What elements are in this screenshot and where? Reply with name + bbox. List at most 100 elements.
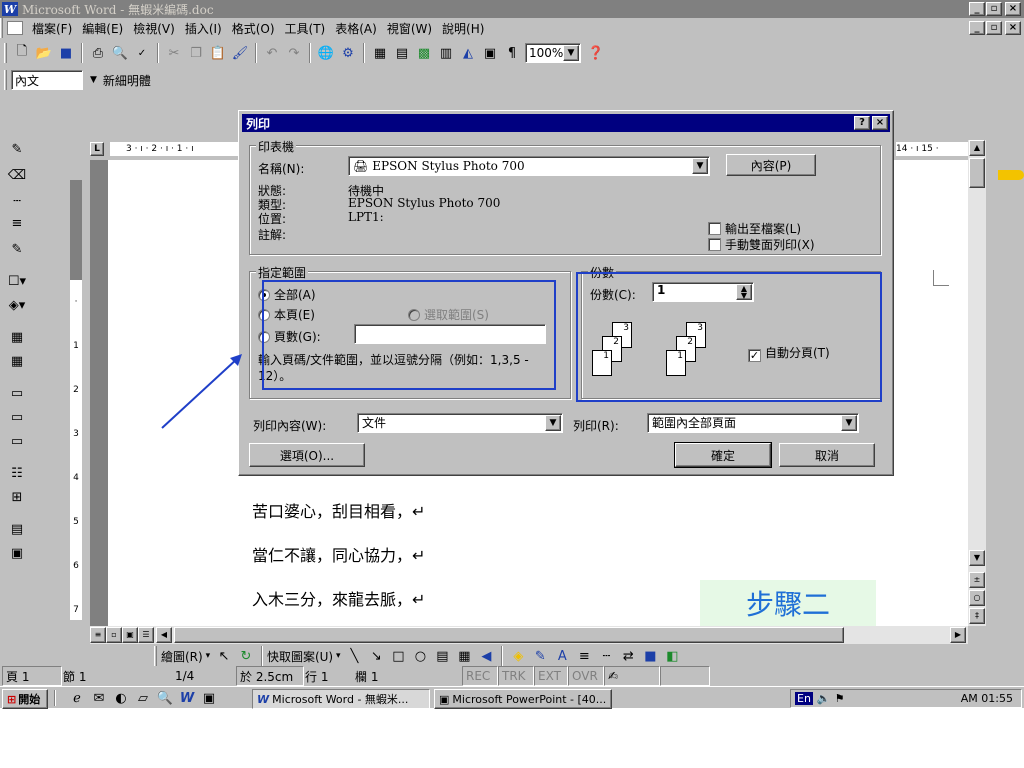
shadow-icon[interactable]: ■ bbox=[639, 645, 661, 667]
autoshapes-menu[interactable]: 快取圖案(U) bbox=[267, 648, 333, 665]
normal-view-icon[interactable]: ≡ bbox=[90, 627, 106, 643]
doc-line-3[interactable]: 入木三分，來龍去脈，↵ bbox=[252, 586, 425, 610]
hyperlink-icon[interactable]: 🌐 bbox=[315, 42, 337, 64]
font-color-icon[interactable]: A bbox=[551, 645, 573, 667]
select-objects-icon[interactable]: ↖ bbox=[213, 645, 235, 667]
menu-view[interactable]: 檢視(V) bbox=[128, 20, 180, 37]
print-icon[interactable]: ⎙ bbox=[87, 42, 109, 64]
chevron-down-icon[interactable]: ▼ bbox=[841, 415, 857, 431]
free-rotate-icon[interactable]: ↻ bbox=[235, 645, 257, 667]
drawing-icon[interactable]: ◭ bbox=[457, 42, 479, 64]
new-icon[interactable]: 🗋 bbox=[11, 42, 33, 64]
menu-file[interactable]: 檔案(F) bbox=[27, 20, 77, 37]
cut-icon[interactable]: ✂ bbox=[163, 42, 185, 64]
dash-style-icon[interactable]: ┄ bbox=[595, 645, 617, 667]
show-hide-icon[interactable]: ¶ bbox=[501, 42, 523, 64]
doc-restore-button[interactable]: ▫ bbox=[986, 21, 1002, 35]
dialog-close-icon[interactable]: × bbox=[872, 116, 888, 130]
channels-icon[interactable]: ◐ bbox=[110, 687, 132, 709]
maximize-button[interactable]: ▫ bbox=[986, 2, 1002, 16]
doc-minimize-button[interactable]: _ bbox=[969, 21, 985, 35]
spelling-status-icon[interactable]: ✍ bbox=[604, 666, 660, 686]
clock[interactable]: AM 01:55 bbox=[961, 692, 1021, 705]
eraser-icon[interactable]: ⌫ bbox=[6, 164, 28, 186]
copy-icon[interactable]: ❐ bbox=[185, 42, 207, 64]
chevron-down-icon[interactable]: ▼ bbox=[545, 415, 561, 431]
arrow-icon[interactable]: ↘ bbox=[365, 645, 387, 667]
office-assistant-icon[interactable]: ❓ bbox=[585, 42, 607, 64]
split-cells-icon[interactable]: ▦ bbox=[6, 350, 28, 372]
format-painter-icon[interactable]: 🖌 bbox=[229, 42, 251, 64]
table-autoformat-icon[interactable]: ▤ bbox=[6, 518, 28, 540]
status-ext[interactable]: EXT bbox=[534, 666, 568, 686]
printer-name-select[interactable]: 🖨 EPSON Stylus Photo 700 ▼ bbox=[348, 156, 710, 176]
status-trk[interactable]: TRK bbox=[498, 666, 534, 686]
text-direction-icon[interactable]: ▣ bbox=[6, 542, 28, 564]
cancel-button[interactable]: 取消 bbox=[779, 443, 875, 467]
language-indicator[interactable]: En bbox=[795, 692, 813, 705]
document-icon[interactable] bbox=[7, 21, 23, 35]
web-toolbar-icon[interactable]: ⚙ bbox=[337, 42, 359, 64]
ie-icon[interactable]: ℯ bbox=[66, 687, 88, 709]
outlook-icon[interactable]: ✉ bbox=[88, 687, 110, 709]
network-icon[interactable]: ⚑ bbox=[835, 692, 845, 705]
select-browse-object-icon[interactable]: ○ bbox=[969, 590, 985, 606]
print-what-select[interactable]: 文件 ▼ bbox=[357, 413, 563, 433]
page-view-icon[interactable]: ▣ bbox=[122, 627, 138, 643]
line-icon[interactable]: ╲ bbox=[343, 645, 365, 667]
scroll-right-icon[interactable]: ▶ bbox=[950, 627, 966, 643]
shading-icon[interactable]: ◈▾ bbox=[6, 294, 28, 316]
document-map-icon[interactable]: ▣ bbox=[479, 42, 501, 64]
scroll-up-icon[interactable]: ▲ bbox=[969, 140, 985, 156]
vertical-scrollbar[interactable]: ▲ ▼ ± ○ ‡ bbox=[968, 140, 986, 626]
distribute-rows-icon[interactable]: ☷ bbox=[6, 462, 28, 484]
options-button[interactable]: 選項(O)... bbox=[249, 443, 365, 467]
task-word[interactable]: W Microsoft Word - 無蝦米... bbox=[252, 689, 430, 709]
menu-window[interactable]: 視窗(W) bbox=[382, 20, 437, 37]
columns-icon[interactable]: ▥ bbox=[435, 42, 457, 64]
manual-duplex-checkbox[interactable]: 手動雙面列印(X) bbox=[708, 236, 815, 253]
minimize-button[interactable]: _ bbox=[969, 2, 985, 16]
menu-edit[interactable]: 編輯(E) bbox=[77, 20, 128, 37]
print-preview-icon[interactable]: 🔍 bbox=[109, 42, 131, 64]
line-color-icon[interactable]: ✎ bbox=[529, 645, 551, 667]
explorer-icon[interactable]: 🔍 bbox=[154, 687, 176, 709]
title-bar[interactable]: W Microsoft Word - 無蝦米編碼.doc _ ▫ × bbox=[0, 0, 1024, 18]
zoom-combo[interactable]: 100% ▼ bbox=[525, 43, 581, 63]
print-to-file-checkbox[interactable]: 輸出至檔案(L) bbox=[708, 220, 801, 237]
font-combo[interactable]: ▼ 新細明體 bbox=[87, 70, 217, 90]
line-style-icon[interactable]: ┄ bbox=[6, 190, 28, 212]
scroll-thumb[interactable] bbox=[969, 158, 985, 188]
rectangle-icon[interactable]: □ bbox=[387, 645, 409, 667]
3d-icon[interactable]: ◧ bbox=[661, 645, 683, 667]
menu-insert[interactable]: 插入(I) bbox=[180, 20, 227, 37]
textbox-icon[interactable]: ▤ bbox=[431, 645, 453, 667]
vertical-ruler[interactable]: · 1 2 3 4 5 6 7 bbox=[64, 160, 88, 626]
help-icon[interactable]: ? bbox=[854, 116, 870, 130]
print-select[interactable]: 範圍內全部頁面 ▼ bbox=[647, 413, 859, 433]
ok-button[interactable]: 確定 bbox=[674, 442, 772, 468]
line-weight-icon[interactable]: ≡ bbox=[6, 212, 28, 234]
align-center-icon[interactable]: ▭ bbox=[6, 406, 28, 428]
prev-page-icon[interactable]: ± bbox=[969, 572, 985, 588]
doc-line-2[interactable]: 當仁不讓，同心協力，↵ bbox=[252, 542, 425, 566]
powerpoint-quicklaunch-icon[interactable]: ▣ bbox=[198, 687, 220, 709]
menu-tools[interactable]: 工具(T) bbox=[280, 20, 331, 37]
insert-table-icon[interactable]: ▤ bbox=[391, 42, 413, 64]
borders-icon[interactable]: ☐▾ bbox=[6, 270, 28, 292]
start-button[interactable]: ⊞ 開始 bbox=[2, 689, 48, 709]
align-bottom-icon[interactable]: ▭ bbox=[6, 430, 28, 452]
chevron-down-icon[interactable]: ▼ bbox=[563, 45, 579, 61]
redo-icon[interactable]: ↷ bbox=[283, 42, 305, 64]
menu-table[interactable]: 表格(A) bbox=[330, 20, 382, 37]
doc-line-1[interactable]: 苦口婆心，刮目相看，↵ bbox=[252, 498, 425, 522]
desktop-icon[interactable]: ▱ bbox=[132, 687, 154, 709]
next-page-icon[interactable]: ‡ bbox=[969, 608, 985, 624]
status-ovr[interactable]: OVR bbox=[568, 666, 604, 686]
save-icon[interactable]: ■ bbox=[55, 42, 77, 64]
spelling-icon[interactable]: ✓ bbox=[131, 42, 153, 64]
scroll-down-icon[interactable]: ▼ bbox=[969, 550, 985, 566]
clipart-icon[interactable]: ◀ bbox=[475, 645, 497, 667]
web-view-icon[interactable]: ▫ bbox=[106, 627, 122, 643]
word-app-icon[interactable]: W bbox=[2, 2, 18, 16]
